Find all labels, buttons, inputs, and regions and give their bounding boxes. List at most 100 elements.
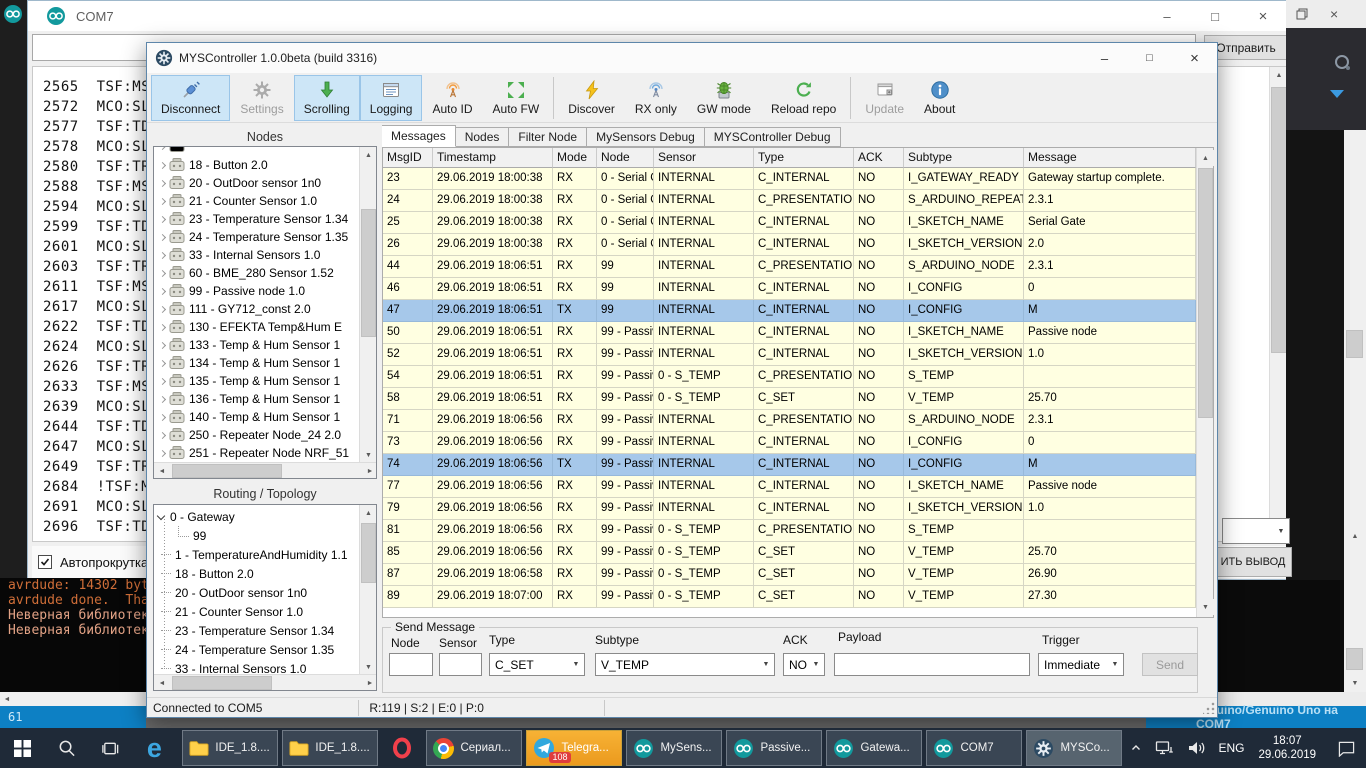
column-header[interactable]: Mode: [553, 148, 597, 168]
action-center-button[interactable]: [1326, 728, 1366, 768]
scroll-up-icon[interactable]: ▲: [1197, 150, 1214, 166]
routing-tree-item[interactable]: 18 - Button 2.0: [154, 564, 359, 583]
chevron-right-icon[interactable]: [159, 395, 166, 402]
chevron-right-icon[interactable]: [159, 161, 166, 168]
node-input[interactable]: [389, 653, 433, 676]
nodes-tree-item[interactable]: 111 - GY712_const 2.0: [154, 300, 359, 318]
scroll-down-icon[interactable]: ▼: [1344, 674, 1366, 692]
table-row[interactable]: 71 29.06.2019 18:06:56 RX 99 - Passiv IN…: [383, 410, 1196, 432]
tab[interactable]: Nodes: [456, 127, 510, 147]
opera-button[interactable]: [380, 728, 424, 768]
taskbar-app-serial[interactable]: Сериал...: [426, 730, 522, 766]
routing-tree-item[interactable]: 1 - TemperatureAndHumidity 1.1: [154, 545, 359, 564]
rx-only-button[interactable]: RX only: [625, 75, 687, 121]
scrollbar-thumb[interactable]: [361, 523, 376, 583]
trigger-select[interactable]: Immediate▼: [1038, 653, 1124, 676]
routing-tree-item[interactable]: 24 - Temperature Sensor 1.35: [154, 640, 359, 659]
table-row[interactable]: 50 29.06.2019 18:06:51 RX 99 - Passiv IN…: [383, 322, 1196, 344]
table-row[interactable]: 54 29.06.2019 18:06:51 RX 99 - Passiv 0 …: [383, 366, 1196, 388]
nodes-tree-item[interactable]: 24 - Temperature Sensor 1.35: [154, 228, 359, 246]
routing-tree-item[interactable]: 33 - Internal Sensors 1.0: [154, 659, 359, 675]
taskbar-app-mysc[interactable]: MYSCo...: [1026, 730, 1122, 766]
scrolling-button[interactable]: Scrolling: [294, 75, 360, 121]
sensor-input[interactable]: [439, 653, 482, 676]
scroll-left-icon[interactable]: ◄: [154, 463, 170, 479]
table-row[interactable]: 26 29.06.2019 18:00:38 RX 0 - Serial G I…: [383, 234, 1196, 256]
chevron-right-icon[interactable]: [159, 179, 166, 186]
serial-scrollbar[interactable]: ▲: [1269, 67, 1287, 542]
nodes-tree-item[interactable]: 20 - OutDoor sensor 1n0: [154, 174, 359, 192]
subtype-select[interactable]: V_TEMP▼: [595, 653, 775, 676]
table-row[interactable]: 74 29.06.2019 18:06:56 TX 99 - Passiv IN…: [383, 454, 1196, 476]
column-header[interactable]: MsgID: [383, 148, 433, 168]
nodes-tree-item[interactable]: 135 - Temp & Hum Sensor 1: [154, 372, 359, 390]
scroll-left-icon[interactable]: ◄: [154, 675, 170, 691]
autoscroll-checkbox[interactable]: [38, 555, 52, 569]
chevron-right-icon[interactable]: [159, 431, 166, 438]
tab[interactable]: Filter Node: [509, 127, 587, 147]
clock[interactable]: 18:07 29.06.2019: [1250, 734, 1324, 762]
column-header[interactable]: Message: [1024, 148, 1196, 168]
scrollbar-thumb[interactable]: [172, 464, 282, 478]
taskbar-app-com7[interactable]: COM7: [926, 730, 1022, 766]
payload-input[interactable]: [834, 653, 1030, 676]
nodes-tree-item[interactable]: 21 - Counter Sensor 1.0: [154, 192, 359, 210]
taskbar-app-telegram[interactable]: Telegra... 108: [526, 730, 622, 766]
nodes-tree-item[interactable]: 33 - Internal Sensors 1.0: [154, 246, 359, 264]
scroll-left-icon[interactable]: ◄: [0, 692, 14, 706]
table-vscrollbar[interactable]: ▲ ▼: [1196, 148, 1213, 617]
table-row[interactable]: 77 29.06.2019 18:06:56 RX 99 - Passiv IN…: [383, 476, 1196, 498]
nodes-tree-item[interactable]: 99 - Passive node 1.0: [154, 282, 359, 300]
table-row[interactable]: 81 29.06.2019 18:06:56 RX 99 - Passiv 0 …: [383, 520, 1196, 542]
nodes-tree-item[interactable]: 23 - Temperature Sensor 1.34: [154, 210, 359, 228]
tab[interactable]: Messages: [382, 125, 456, 147]
scroll-right-icon[interactable]: ►: [362, 463, 377, 479]
chevron-right-icon[interactable]: [159, 341, 166, 348]
chevron-right-icon[interactable]: [159, 215, 166, 222]
table-row[interactable]: 89 29.06.2019 18:07:00 RX 99 - Passiv 0 …: [383, 586, 1196, 608]
scrollbar-thumb[interactable]: [1346, 648, 1363, 670]
routing-hscrollbar[interactable]: ◄ ►: [154, 674, 377, 690]
chevron-right-icon[interactable]: [159, 287, 166, 294]
tray-expand-button[interactable]: [1124, 728, 1148, 768]
minimize-icon[interactable]: –: [1150, 3, 1184, 29]
scroll-right-icon[interactable]: ►: [362, 675, 377, 691]
scroll-up-icon[interactable]: ▲: [1344, 526, 1366, 546]
ide1-hscrollbar[interactable]: ◄: [0, 692, 146, 706]
nodes-tree-item[interactable]: 18 - Button 2.0: [154, 156, 359, 174]
column-header[interactable]: Timestamp: [433, 148, 553, 168]
resize-grip[interactable]: [1203, 702, 1215, 714]
line-ending-dropdown[interactable]: ▼: [1222, 518, 1290, 544]
chevron-right-icon[interactable]: [159, 197, 166, 204]
disconnect-button[interactable]: Disconnect: [151, 75, 230, 121]
table-row[interactable]: 87 29.06.2019 18:06:58 RX 99 - Passiv 0 …: [383, 564, 1196, 586]
nodes-tree-item[interactable]: 134 - Temp & Hum Sensor 1: [154, 354, 359, 372]
table-row[interactable]: 23 29.06.2019 18:00:38 RX 0 - Serial G I…: [383, 168, 1196, 190]
maximize-icon[interactable]: □: [1127, 44, 1172, 73]
nodes-vscrollbar[interactable]: ▲ ▼: [359, 147, 376, 463]
chevron-right-icon[interactable]: [159, 251, 166, 258]
scroll-up-icon[interactable]: ▲: [360, 505, 377, 521]
scrollbar-thumb[interactable]: [1346, 330, 1363, 358]
routing-tree-item[interactable]: 21 - Counter Sensor 1.0: [154, 602, 359, 621]
restore-icon[interactable]: [1296, 8, 1308, 20]
settings-button[interactable]: Settings: [230, 75, 293, 121]
auto-id-button[interactable]: Auto ID: [422, 75, 482, 121]
routing-tree-item[interactable]: 99: [154, 526, 359, 545]
table-row[interactable]: 46 29.06.2019 18:06:51 RX 99 INTERNAL C_…: [383, 278, 1196, 300]
scrollbar-thumb[interactable]: [172, 676, 272, 690]
scrollbar-thumb[interactable]: [361, 209, 376, 337]
discover-button[interactable]: Discover: [558, 75, 625, 121]
dropdown-triangle-icon[interactable]: [1330, 90, 1344, 98]
language-indicator[interactable]: ENG: [1214, 728, 1248, 768]
scrollbar-thumb[interactable]: [1271, 87, 1287, 353]
chevron-right-icon[interactable]: [159, 449, 166, 456]
column-header[interactable]: Type: [754, 148, 854, 168]
column-header[interactable]: Subtype: [904, 148, 1024, 168]
ide2-scrollbar[interactable]: ▲ ▼: [1344, 130, 1366, 692]
nodes-tree-item[interactable]: 60 - BME_280 Sensor 1.52: [154, 264, 359, 282]
nodes-tree-item[interactable]: 133 - Temp & Hum Sensor 1: [154, 336, 359, 354]
scroll-down-icon[interactable]: ▼: [360, 447, 377, 463]
start-button[interactable]: [0, 728, 44, 768]
taskbar-app-ide2[interactable]: IDE_1.8....: [282, 730, 378, 766]
